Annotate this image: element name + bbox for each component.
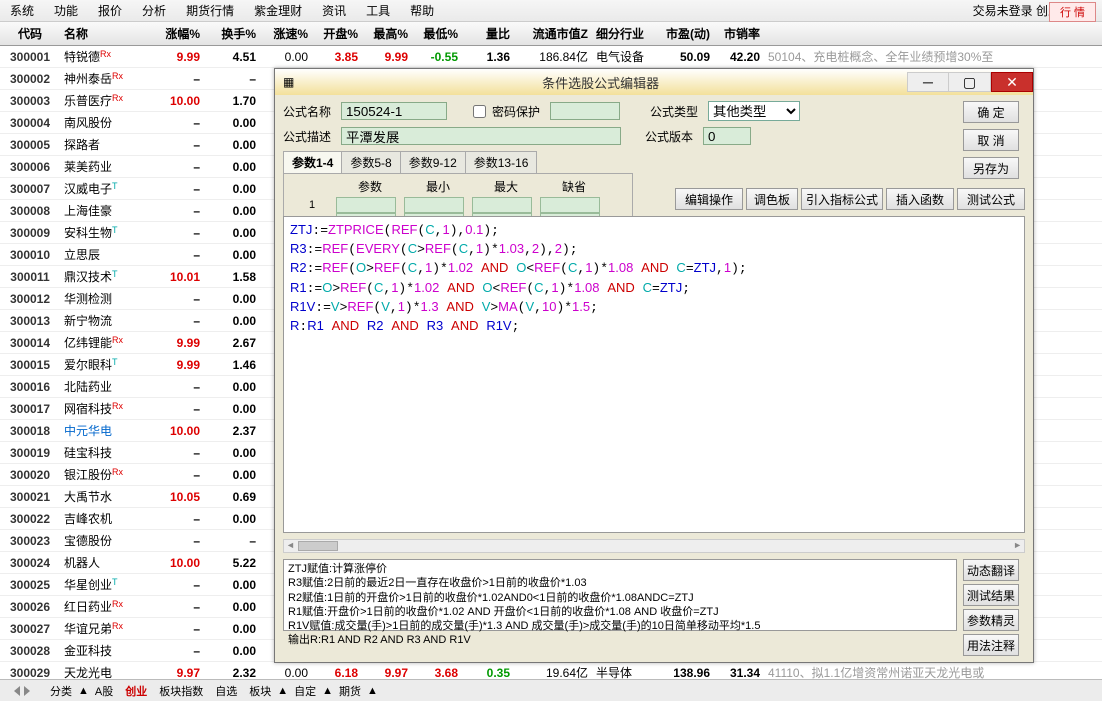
saveas-button[interactable]: 另存为 [963, 157, 1019, 179]
hdr-spd[interactable]: 涨速% [260, 25, 312, 42]
fver-input[interactable] [703, 127, 751, 145]
menu-item[interactable]: 紫金理财 [244, 2, 312, 19]
param-tabs: 参数1-4 参数5-8 参数9-12 参数13-16 [283, 151, 633, 174]
btab-3[interactable]: 板块指数 [153, 683, 209, 699]
insert-fn-button[interactable]: 插入函数 [886, 188, 954, 210]
minimize-button[interactable]: ─ [907, 72, 949, 92]
btab-5[interactable]: 板块 [243, 683, 277, 699]
palette-button[interactable]: 调色板 [746, 188, 798, 210]
menu-bar: 系统功能报价分析期货行情紫金理财资讯工具帮助 交易未登录 创业板 [0, 0, 1102, 22]
hdr-open[interactable]: 开盘% [312, 25, 362, 42]
cancel-button[interactable]: 取 消 [963, 129, 1019, 151]
hdr-turn[interactable]: 换手% [204, 25, 260, 42]
hdr-low[interactable]: 最低% [412, 25, 462, 42]
menu-item[interactable]: 系统 [0, 2, 44, 19]
hdr-ind[interactable]: 细分行业 [592, 25, 658, 42]
hdr-code[interactable]: 代码 [0, 25, 60, 42]
pwd-input[interactable] [550, 102, 620, 120]
hdr-psr[interactable]: 市销率 [714, 25, 764, 42]
ftype-select[interactable]: 其他类型 [708, 101, 800, 121]
h-scrollbar[interactable] [283, 539, 1025, 553]
menu-item[interactable]: 期货行情 [176, 2, 244, 19]
menu-item[interactable]: 资讯 [312, 2, 356, 19]
bottom-tabs: 分类▲ A股 创业 板块指数 自选 板块▲ 自定▲ 期货▲ [0, 679, 1102, 701]
fver-label: 公式版本 [645, 128, 697, 145]
tab-right-icon[interactable] [24, 686, 42, 696]
dialog-titlebar[interactable]: ▦ 条件选股公式编辑器 ─ ▢ ✕ [275, 69, 1033, 95]
usage-button[interactable]: 用法注释 [963, 634, 1019, 656]
pwd-checkbox[interactable] [473, 105, 486, 118]
ptab-3[interactable]: 参数9-12 [400, 151, 466, 173]
btab-2[interactable]: 创业 [119, 683, 153, 699]
maximize-button[interactable]: ▢ [949, 72, 991, 92]
dialog-icon: ▦ [283, 75, 294, 89]
paramwiz-button[interactable]: 参数精灵 [963, 609, 1019, 631]
tab-left-icon[interactable] [2, 686, 20, 696]
ok-button[interactable]: 确 定 [963, 101, 1019, 123]
dialog-title: 条件选股公式编辑器 [294, 73, 907, 92]
btab-1[interactable]: A股 [89, 683, 119, 699]
code-editor[interactable]: ZTJ:=ZTPRICE(REF(C,1),0.1); R3:=REF(EVER… [283, 216, 1025, 533]
ptab-4[interactable]: 参数13-16 [465, 151, 538, 173]
pwd-label: 密码保护 [492, 103, 544, 120]
fdesc-label: 公式描述 [283, 128, 335, 145]
description-box: ZTJ赋值:计算涨停价R3赋值:2日前的最近2日一直存在收盘价>1日前的收盘价*… [283, 559, 957, 631]
hdr-vrat[interactable]: 量比 [462, 25, 514, 42]
btab-0[interactable]: 分类 [44, 683, 78, 699]
fname-input[interactable] [341, 102, 447, 120]
fdesc-input[interactable] [341, 127, 621, 145]
ptab-2[interactable]: 参数5-8 [341, 151, 400, 173]
fname-label: 公式名称 [283, 103, 335, 120]
formula-editor-dialog: ▦ 条件选股公式编辑器 ─ ▢ ✕ 公式名称 密码保护 公式类型 其他类型 公式… [274, 68, 1034, 663]
menu-item[interactable]: 工具 [356, 2, 400, 19]
hdr-pct[interactable]: 涨幅% [148, 25, 204, 42]
menu-item[interactable]: 报价 [88, 2, 132, 19]
btab-7[interactable]: 期货 [333, 683, 367, 699]
table-header: 代码 名称 涨幅% 换手% 涨速% 开盘% 最高% 最低% 量比 流通市值Z 细… [0, 22, 1102, 46]
menu-item[interactable]: 分析 [132, 2, 176, 19]
ptab-1[interactable]: 参数1-4 [283, 151, 342, 173]
edit-op-button[interactable]: 编辑操作 [675, 188, 743, 210]
quote-button[interactable]: 行 情 [1049, 2, 1096, 22]
dyntrans-button[interactable]: 动态翻译 [963, 559, 1019, 581]
btab-6[interactable]: 自定 [288, 683, 322, 699]
table-row[interactable]: 300001 特锐德Rx 9.99 4.51 0.00 3.85 9.99 -0… [0, 46, 1102, 68]
hdr-high[interactable]: 最高% [362, 25, 412, 42]
hdr-name[interactable]: 名称 [60, 25, 148, 42]
menu-item[interactable]: 功能 [44, 2, 88, 19]
testresult-button[interactable]: 测试结果 [963, 584, 1019, 606]
hdr-pe[interactable]: 市盈(动) [658, 25, 714, 42]
test-formula-button[interactable]: 测试公式 [957, 188, 1025, 210]
close-button[interactable]: ✕ [991, 72, 1033, 92]
menu-item[interactable]: 帮助 [400, 2, 444, 19]
import-indicator-button[interactable]: 引入指标公式 [801, 188, 883, 210]
btab-4[interactable]: 自选 [209, 683, 243, 699]
ftype-label: 公式类型 [650, 103, 702, 120]
hdr-mcap[interactable]: 流通市值Z [514, 25, 592, 42]
